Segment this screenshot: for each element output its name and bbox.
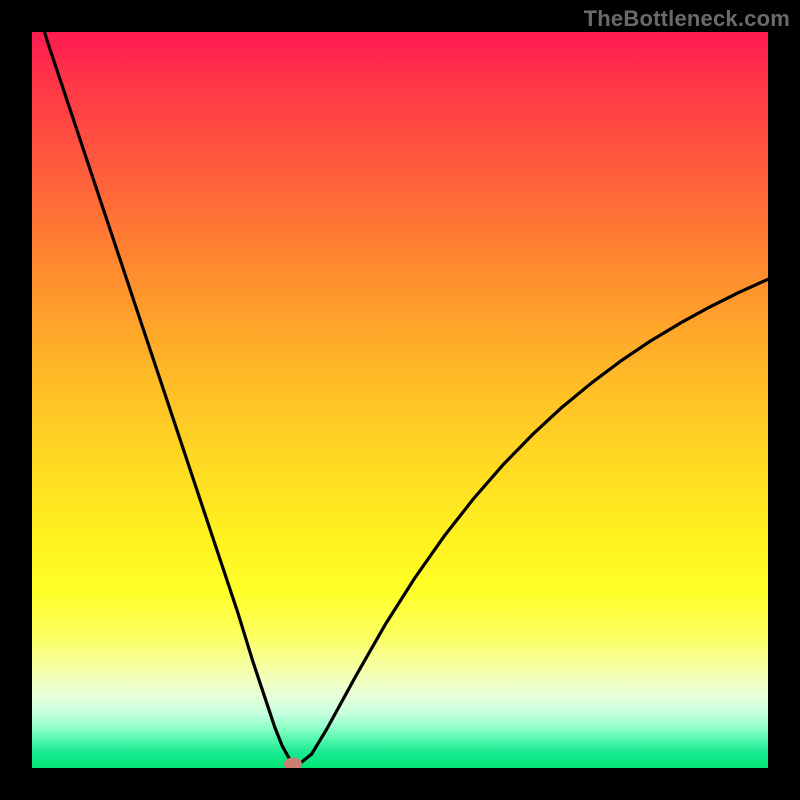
plot-area — [32, 32, 768, 768]
chart-frame: TheBottleneck.com — [0, 0, 800, 800]
curve-svg — [32, 32, 768, 768]
bottleneck-curve — [32, 32, 768, 766]
watermark-text: TheBottleneck.com — [584, 6, 790, 32]
minimum-marker — [284, 758, 302, 768]
